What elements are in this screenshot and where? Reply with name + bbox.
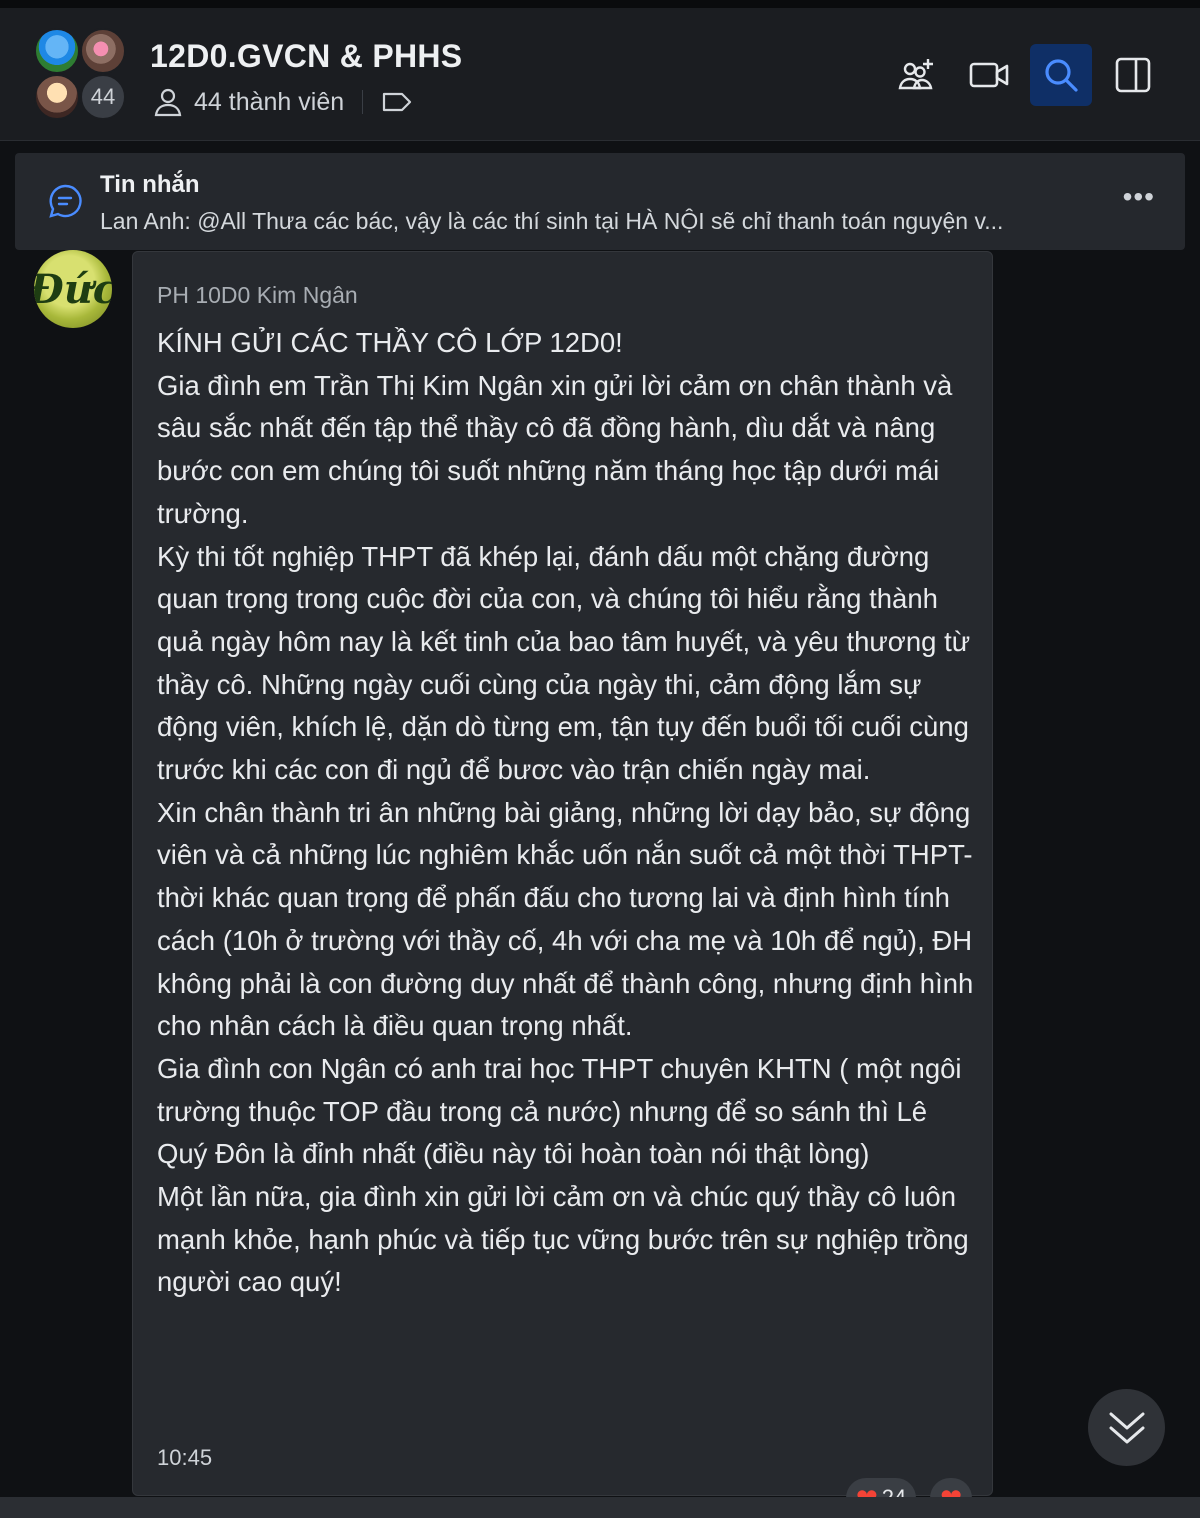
double-chevron-down-icon — [1109, 1412, 1144, 1443]
divider — [362, 90, 364, 114]
scroll-to-bottom-button[interactable] — [1088, 1389, 1165, 1466]
message-paragraph: Gia đình con Ngân có anh trai học THPT c… — [157, 1052, 962, 1170]
member-icon — [152, 86, 184, 118]
video-camera-icon — [969, 62, 1009, 88]
window-top-strip — [0, 0, 1200, 8]
add-member-button[interactable] — [886, 44, 948, 106]
sidebar-panel-icon — [1115, 57, 1151, 93]
add-user-icon — [898, 59, 933, 90]
message-timestamp: 10:45 — [157, 1445, 213, 1470]
member-count-badge: 44 — [80, 74, 126, 120]
group-title[interactable]: 12D0.GVCN & PHHS — [150, 38, 462, 75]
message-paragraph: Kỳ thi tốt nghiệp THPT đã khép lại, đánh… — [157, 540, 971, 786]
header-actions — [886, 44, 1164, 106]
member-count[interactable]: 44 thành viên — [194, 88, 344, 117]
member-avatar — [34, 28, 80, 74]
search-button[interactable] — [1030, 44, 1092, 106]
group-meta: 44 thành viên — [152, 86, 413, 118]
more-options-icon[interactable]: ••• — [1123, 181, 1155, 213]
avatar-calligraphy: Đức — [34, 265, 112, 313]
pinned-title: Tin nhắn — [100, 171, 200, 198]
message-paragraph: KÍNH GỬI CÁC THẦY CÔ LỚP 12D0! — [157, 327, 623, 358]
composer-edge — [0, 1497, 1200, 1518]
message-text: KÍNH GỬI CÁC THẦY CÔ LỚP 12D0! Gia đình … — [157, 322, 977, 1304]
pinned-message-bar[interactable]: Tin nhắn Lan Anh: @All Thưa các bác, vậy… — [15, 153, 1185, 250]
sender-name[interactable]: PH 10D0 Kim Ngân — [157, 282, 358, 309]
sender-avatar[interactable]: Đức — [34, 250, 112, 328]
tag-icon[interactable] — [381, 89, 413, 115]
group-avatar[interactable]: 44 — [34, 28, 130, 124]
message-paragraph: Một lần nữa, gia đình xin gửi lời cảm ơn… — [157, 1181, 969, 1298]
message-bubble-icon — [47, 183, 83, 224]
toggle-sidebar-button[interactable] — [1102, 44, 1164, 106]
message-paragraph: Xin chân thành tri ân những bài giảng, n… — [157, 796, 974, 1042]
video-call-button[interactable] — [958, 44, 1020, 106]
chat-header: 44 12D0.GVCN & PHHS 44 thành viên — [0, 8, 1200, 141]
search-icon — [1045, 59, 1078, 92]
pinned-preview: Lan Anh: @All Thưa các bác, vậy là các t… — [100, 208, 1004, 234]
message-bubble[interactable]: PH 10D0 Kim Ngân KÍNH GỬI CÁC THẦY CÔ LỚ… — [132, 251, 993, 1496]
member-avatar — [80, 28, 126, 74]
message-paragraph: Gia đình em Trần Thị Kim Ngân xin gửi lờ… — [157, 369, 953, 529]
member-avatar — [34, 74, 80, 120]
